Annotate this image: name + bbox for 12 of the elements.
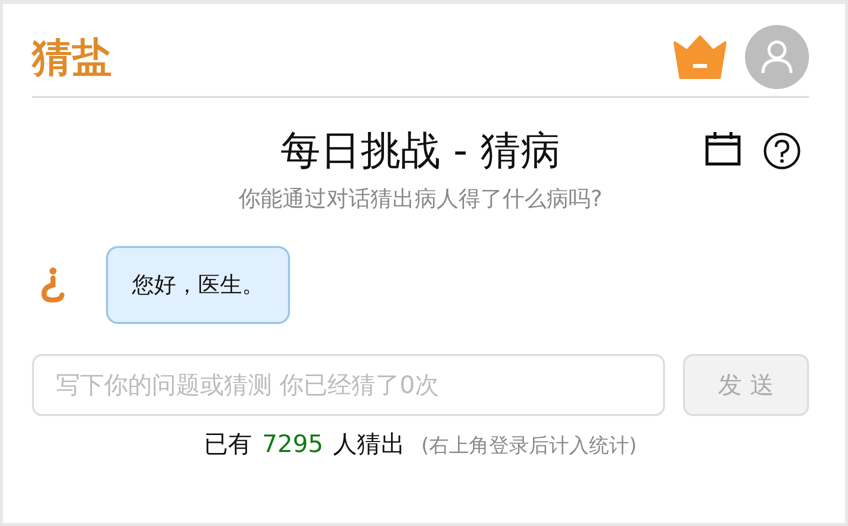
patient-icon (40, 267, 66, 303)
challenge-title: 每日挑战 - 猜病 (280, 126, 560, 176)
stats-prefix: 已有 (204, 429, 252, 460)
chat-bubble: 您好，医生。 (106, 246, 290, 324)
challenge-subtitle: 你能通过对话猜出病人得了什么病吗? (238, 186, 604, 214)
guess-count: 7295 (262, 430, 324, 458)
question-input-field[interactable]: 写下你的问题或猜测 你已经猜了0次 (32, 354, 665, 416)
stats-suffix: 人猜出 (333, 429, 406, 460)
help-icon[interactable] (763, 132, 801, 170)
logo: 猜盐 (32, 34, 112, 82)
login-note: (右上角登录后计入统计) (421, 432, 637, 459)
calendar-icon[interactable] (705, 132, 741, 166)
